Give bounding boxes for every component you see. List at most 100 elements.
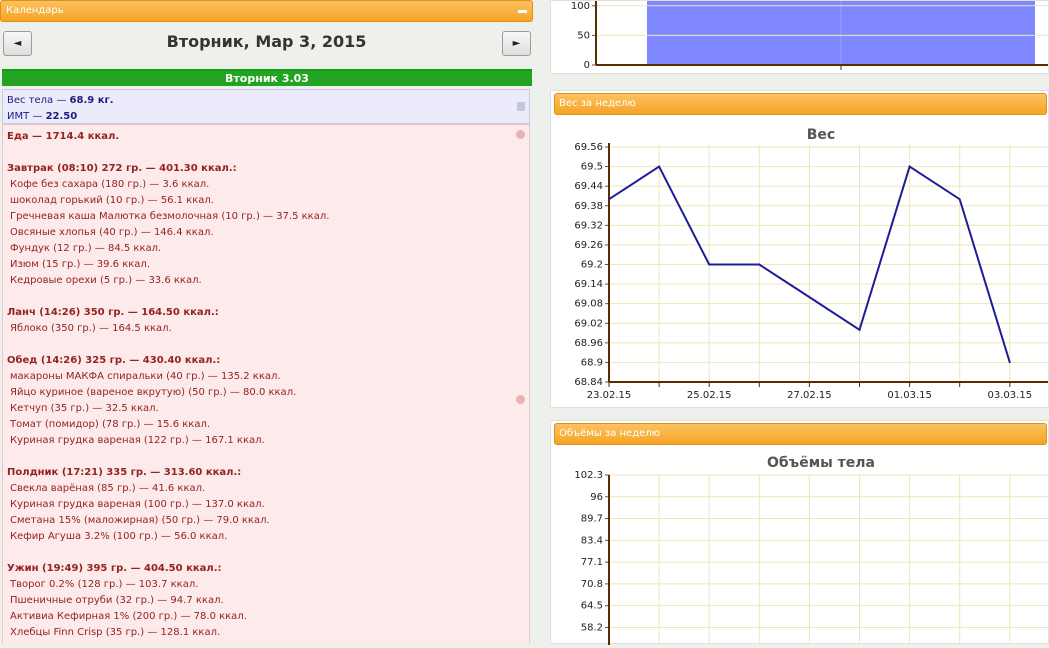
- weight-line-chart: Вес 69.56 69.5 69.44 69.38 69.32 69.26 69.2 69.1…: [574, 127, 1048, 401]
- food-item: Творог 0.2% (128 гр.) — 103.7 ккал.: [10, 579, 199, 590]
- data-point: [958, 198, 961, 201]
- data-point: [758, 263, 761, 266]
- food-item: шоколад горький (10 гр.) — 56.1 ккал.: [10, 195, 214, 206]
- data-point: [808, 296, 811, 298]
- data-point: [658, 165, 660, 168]
- weight-week-panel: Вес за неделю Вес 69.56 69.5 69.44 69.38 69.3…: [550, 90, 1049, 408]
- chart-title: Объёмы тела: [767, 455, 875, 471]
- data-point: [1009, 361, 1011, 364]
- bmi-value: 22.50: [45, 111, 78, 122]
- tick-label: 51.9: [581, 644, 603, 645]
- food-item: макароны МАКФА спиральки (40 гр.) — 135.…: [10, 371, 281, 382]
- tick-label: 83.4: [581, 535, 603, 546]
- food-item: Сметана 15% (маложирная) (50 гр.) — 79.0…: [10, 515, 270, 526]
- food-item: Кедровые орехи (5 гр.) — 33.6 ккал.: [10, 275, 202, 286]
- meals-list: Завтрак (08:10) 272 гр. — 401.30 ккал.: К…: [7, 145, 525, 641]
- weight-label: Вес тела —: [7, 95, 70, 106]
- meal-title: Завтрак (08:10) 272 гр. — 401.30 ккал.:: [7, 163, 237, 174]
- prev-day-button[interactable]: ◄: [3, 31, 32, 56]
- tick-label: 69.02: [574, 318, 603, 329]
- data-point: [608, 198, 610, 201]
- edit-icon[interactable]: [517, 102, 525, 111]
- tick-label: 69.5: [581, 162, 603, 173]
- food-item: Гречневая каша Малютка безмолочная (10 г…: [10, 211, 330, 222]
- food-log: Еда — 1714.4 ккал. Завтрак (08:10) 272 г…: [2, 124, 530, 644]
- tick-label: 23.02.15: [587, 390, 632, 401]
- day-header: Вторник 3.03: [2, 69, 532, 86]
- food-item: Изюм (15 гр.) — 39.6 ккал.: [10, 259, 151, 270]
- tick-label: 69.56: [574, 142, 603, 153]
- top-bar-chart: 100 50 0: [571, 0, 1048, 71]
- weight-row: Вес тела — 68.9 кг.: [7, 93, 525, 109]
- chart-title: Вес: [807, 127, 835, 143]
- tick-label: 100: [571, 1, 590, 12]
- food-edit-icon[interactable]: [516, 130, 525, 139]
- food-item: Хлебцы Finn Crisp (35 гр.) — 128.1 ккал.: [10, 627, 221, 638]
- food-item: Активиа Кефирная 1% (200 гр.) — 78.0 кка…: [10, 611, 247, 622]
- tick-label: 01.03.15: [887, 390, 932, 401]
- data-point: [908, 165, 911, 168]
- tick-label: 69.38: [574, 201, 603, 212]
- minus-icon[interactable]: [518, 10, 527, 13]
- tick-label: 89.7: [581, 514, 603, 525]
- meal-title: Полдник (17:21) 335 гр. — 313.60 ккал.:: [7, 467, 242, 478]
- food-item: Куриная грудка вареная (122 гр.) — 167.1…: [10, 435, 265, 446]
- food-item: Томат (помидор) (78 гр.) — 15.6 ккал.: [10, 419, 211, 430]
- meal-edit-icon[interactable]: [516, 395, 525, 404]
- tick-label: 0: [584, 60, 590, 71]
- tick-label: 69.14: [574, 279, 603, 290]
- tick-label: 69.32: [574, 220, 603, 231]
- tick-label: 25.02.15: [687, 390, 732, 401]
- tick-label: 70.8: [581, 579, 603, 590]
- arrow-right-icon: ►: [512, 38, 521, 49]
- food-item: Яблоко (350 гр.) — 164.5 ккал.: [10, 323, 172, 334]
- tick-label: 03.03.15: [988, 390, 1033, 401]
- tick-label: 64.5: [581, 601, 603, 612]
- charts-panel: 100 50 0 Вес за неделю Вес 69.56 69.5 69.44 69…: [536, 0, 1049, 648]
- tick-label: 50: [577, 30, 590, 41]
- tick-label: 69.44: [574, 181, 603, 192]
- tick-label: 68.84: [574, 377, 603, 388]
- meal-title: Ужин (19:49) 395 гр. — 404.50 ккал.:: [7, 563, 222, 574]
- tick-label: 77.1: [581, 557, 603, 568]
- date-title: Вторник, Мар 3, 2015: [166, 32, 367, 51]
- bmi-label: ИМТ —: [7, 111, 46, 122]
- food-item: Куриная грудка вареная (100 гр.) — 137.0…: [10, 499, 265, 510]
- volume-line-chart: Объёмы тела 102.3 96 89.7 83.4 77.1 70.8 64.5 58…: [574, 455, 1048, 648]
- meal-title: Ланч (14:26) 350 гр. — 164.50 ккал.:: [7, 307, 219, 318]
- weight-week-title: Вес за неделю: [554, 93, 1047, 115]
- calendar-header: Календарь: [0, 0, 533, 22]
- tick-label: 27.02.15: [787, 390, 832, 401]
- top-chart-panel: 100 50 0: [550, 0, 1049, 74]
- tick-label: 96: [590, 492, 603, 503]
- food-item: Кофе без сахара (180 гр.) — 3.6 ккал.: [10, 179, 210, 190]
- food-item: Кетчуп (35 гр.) — 32.5 ккал.: [10, 403, 159, 414]
- next-day-button[interactable]: ►: [502, 31, 531, 56]
- meal-title: Обед (14:26) 325 гр. — 430.40 ккал.:: [7, 355, 221, 366]
- tick-label: 69.2: [581, 260, 603, 271]
- calendar-header-title: Календарь: [6, 5, 64, 16]
- food-item: Пшеничные отруби (32 гр.) — 94.7 ккал.: [10, 595, 224, 606]
- bmi-row: ИМТ — 22.50: [7, 109, 525, 125]
- arrow-left-icon: ◄: [13, 38, 22, 49]
- data-point: [858, 328, 861, 331]
- tick-label: 102.3: [574, 470, 603, 481]
- food-total: Еда — 1714.4 ккал.: [7, 131, 120, 142]
- tick-label: 69.08: [574, 299, 603, 310]
- calendar-panel: Календарь ◄ Вторник, Мар 3, 2015 ► Вторн…: [0, 0, 536, 644]
- weight-value: 68.9 кг.: [69, 95, 114, 106]
- volume-week-title: Объёмы за неделю: [554, 423, 1047, 445]
- food-item: Свекла варёная (85 гр.) — 41.6 ккал.: [10, 483, 206, 494]
- food-item: Овсяные хлопья (40 гр.) — 146.4 ккал.: [10, 227, 214, 238]
- tick-label: 58.2: [581, 622, 603, 633]
- food-item: Фундук (12 гр.) — 84.5 ккал.: [10, 243, 162, 254]
- data-point: [708, 263, 710, 266]
- tick-label: 69.26: [574, 240, 603, 251]
- body-metrics-box: Вес тела — 68.9 кг. ИМТ — 22.50: [2, 89, 530, 124]
- food-item: Кефир Агуша 3.2% (100 гр.) — 56.0 ккал.: [10, 531, 228, 542]
